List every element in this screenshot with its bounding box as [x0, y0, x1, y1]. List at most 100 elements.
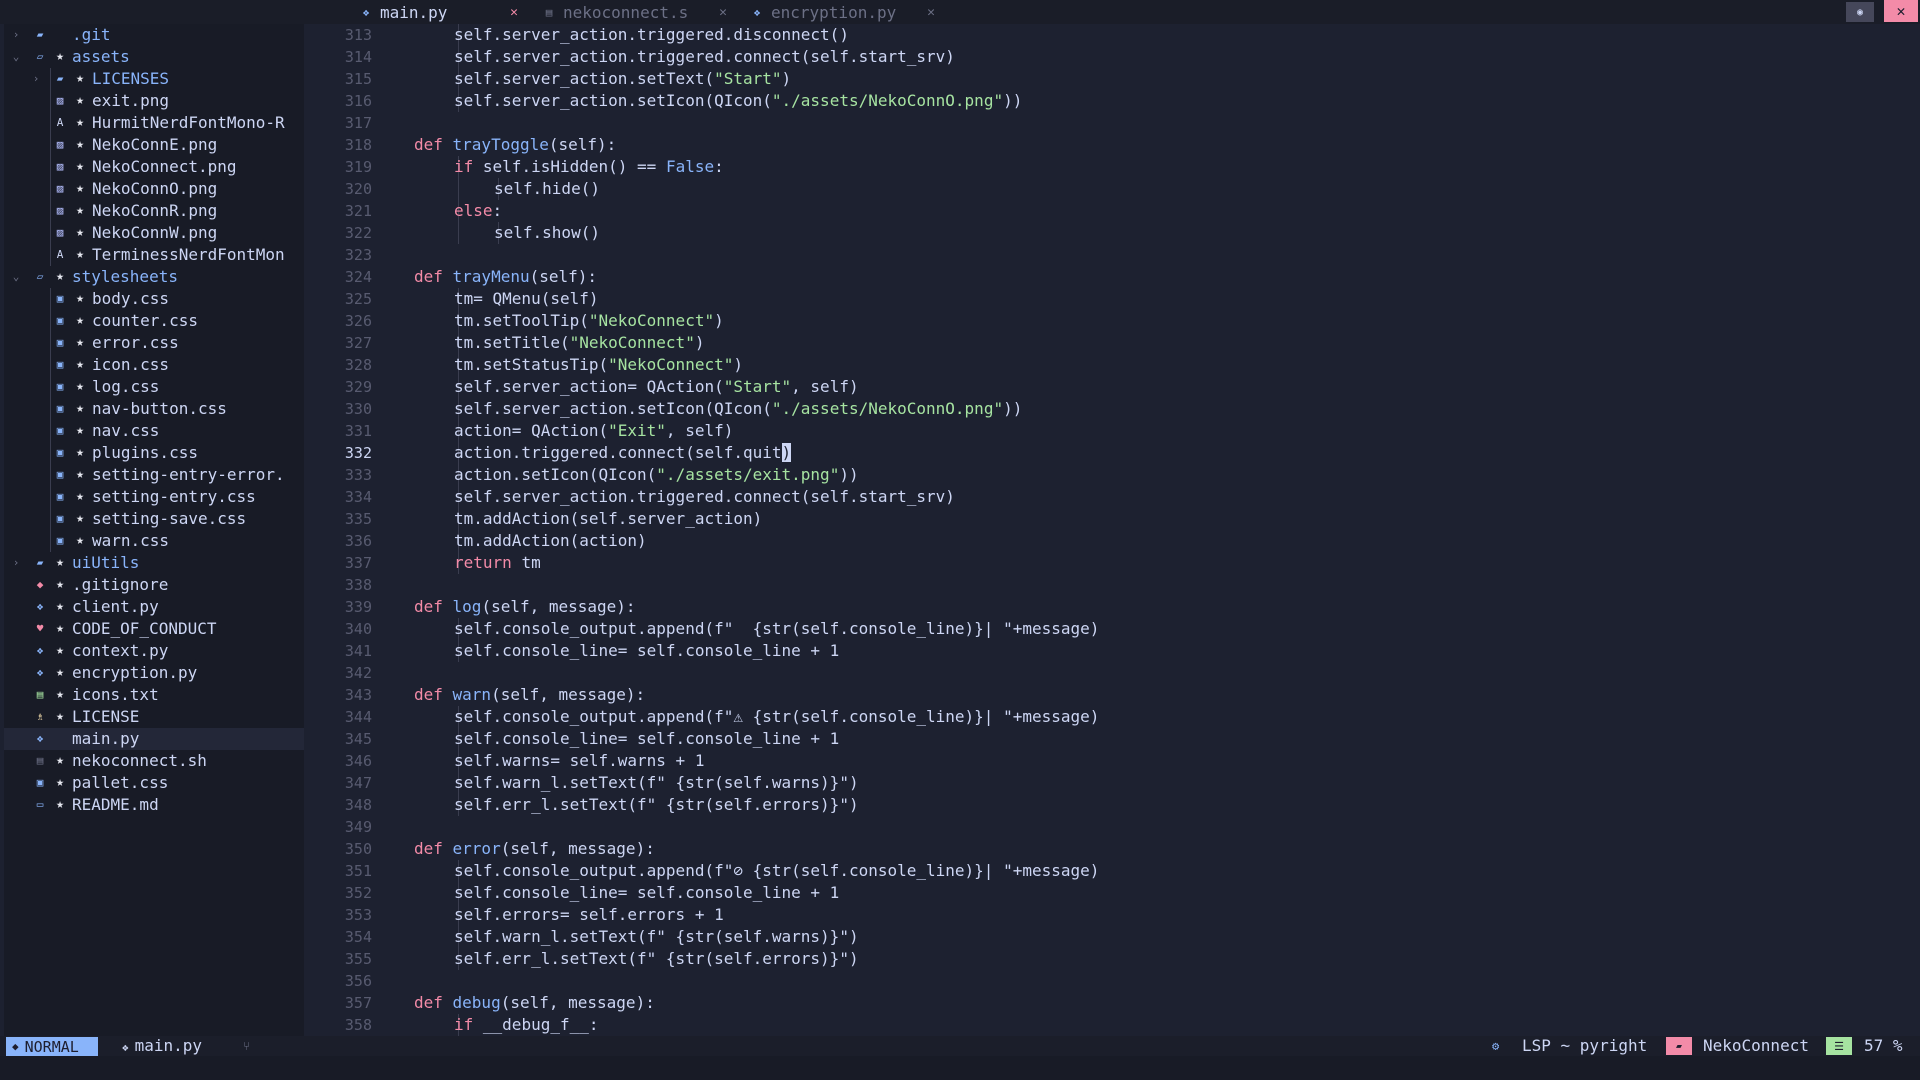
code-line[interactable]: self.err_l.setText(f" {str(self.errors)}… [454, 794, 859, 816]
tree-item[interactable]: ▤ ★ nekoconnect.sh [4, 750, 304, 772]
code-line[interactable]: tm.addAction(self.server_action) [454, 508, 762, 530]
tree-item[interactable]: ▣ ★ setting-save.css [4, 508, 304, 530]
tree-item[interactable]: A ★ HurmitNerdFontMono-R [4, 112, 304, 134]
chevron-right-icon[interactable]: › [10, 552, 22, 574]
tree-item[interactable]: ▨ ★ exit.png [4, 90, 304, 112]
indent-guide [50, 464, 51, 486]
code-line[interactable]: self.warn_l.setText(f" {str(self.warns)}… [454, 772, 859, 794]
tree-item[interactable]: ❖ ★ context.py [4, 640, 304, 662]
code-line[interactable]: self.console_output.append(f" {str(self.… [454, 618, 1099, 640]
line-number: 350 [344, 840, 372, 858]
tree-item[interactable]: ▣ ★ pallet.css [4, 772, 304, 794]
code-line[interactable]: self.server_action.triggered.connect(sel… [454, 486, 955, 508]
code-line[interactable]: tm.setTitle("NekoConnect") [454, 332, 704, 354]
tab-bar: ❖ main.py ✕ ▤ nekoconnect.s ✕ ❖ encrypti… [0, 0, 1920, 24]
tree-item[interactable]: ♗ ★ LICENSE [4, 706, 304, 728]
markdown-icon: ▭ [36, 798, 44, 811]
tree-item[interactable]: › ▰ .git [4, 24, 304, 46]
code-line[interactable]: self.warn_l.setText(f" {str(self.warns)}… [454, 926, 859, 948]
code-line[interactable]: self.console_line= self.console_line + 1 [454, 882, 839, 904]
tree-item[interactable]: ❖ ★ client.py [4, 596, 304, 618]
code-line[interactable]: else: [454, 200, 502, 222]
code-line[interactable]: tm.setToolTip("NekoConnect") [454, 310, 724, 332]
code-line[interactable]: action.triggered.connect(self.quit) [454, 442, 792, 464]
code-line[interactable]: def error(self, message): [414, 838, 655, 860]
tab-nekoconnect-sh[interactable]: ▤ nekoconnect.s ✕ [541, 0, 727, 24]
chevron-down-icon[interactable]: ⌄ [10, 46, 22, 68]
tree-item[interactable]: ▨ ★ NekoConnO.png [4, 178, 304, 200]
command-line[interactable] [0, 1056, 1920, 1080]
chevron-right-icon[interactable]: › [10, 24, 22, 46]
tree-item[interactable]: ⌄ ▱ ★ assets [4, 46, 304, 68]
code-line[interactable]: self.server_action.triggered.disconnect(… [454, 24, 849, 46]
code-line[interactable]: def debug(self, message): [414, 992, 655, 1014]
code-line[interactable]: tm.setStatusTip("NekoConnect") [454, 354, 743, 376]
code-line[interactable]: self.console_output.append(f"⚠ {str(self… [454, 706, 1099, 728]
code-line[interactable]: self.server_action= QAction("Start", sel… [454, 376, 859, 398]
tree-item[interactable]: ▣ ★ warn.css [4, 530, 304, 552]
tree-item[interactable]: ▨ ★ NekoConnW.png [4, 222, 304, 244]
code-line[interactable]: tm.addAction(action) [454, 530, 647, 552]
tree-item[interactable]: ▨ ★ NekoConnE.png [4, 134, 304, 156]
tree-item[interactable]: ◆ ★ .gitignore [4, 574, 304, 596]
tree-item[interactable]: ▣ ★ nav-button.css [4, 398, 304, 420]
code-line[interactable]: self.console_output.append(f"⊘ {str(self… [454, 860, 1099, 882]
code-line[interactable]: self.show() [494, 222, 600, 244]
tree-item[interactable]: ▣ ★ icon.css [4, 354, 304, 376]
close-icon[interactable]: ✕ [719, 5, 727, 20]
tree-item[interactable]: ▨ ★ NekoConnR.png [4, 200, 304, 222]
tree-item[interactable]: ❖ main.py [4, 728, 304, 750]
code-line[interactable]: self.server_action.setIcon(QIcon("./asse… [454, 90, 1022, 112]
code-line[interactable]: if __debug_f__: [454, 1014, 599, 1036]
tree-item[interactable]: ▤ ★ icons.txt [4, 684, 304, 706]
line-number: 322 [344, 224, 372, 242]
code-line[interactable]: tm= QMenu(self) [454, 288, 599, 310]
code-line[interactable]: def log(self, message): [414, 596, 636, 618]
code-line[interactable]: self.server_action.triggered.connect(sel… [454, 46, 955, 68]
tree-item[interactable]: ▣ ★ counter.css [4, 310, 304, 332]
code-line[interactable]: self.server_action.setText("Start") [454, 68, 791, 90]
tree-item[interactable]: ▣ ★ plugins.css [4, 442, 304, 464]
code-line[interactable]: def warn(self, message): [414, 684, 645, 706]
chevron-down-icon[interactable]: ⌄ [10, 266, 22, 288]
tree-item[interactable]: ⌄ ▱ ★ stylesheets [4, 266, 304, 288]
code-line[interactable]: action.setIcon(QIcon("./assets/exit.png"… [454, 464, 859, 486]
window-toggle-button[interactable]: ◉ [1846, 2, 1874, 22]
tree-item-label: setting-save.css [92, 509, 247, 528]
tab-encryption-py[interactable]: ❖ encryption.py ✕ [749, 0, 935, 24]
code-line[interactable]: self.console_line= self.console_line + 1 [454, 728, 839, 750]
close-icon[interactable]: ✕ [510, 5, 518, 20]
code-line[interactable]: self.hide() [494, 178, 600, 200]
tree-item[interactable]: › ▰ ★ uiUtils [4, 552, 304, 574]
tree-item[interactable]: ♥ ★ CODE_OF_CONDUCT [4, 618, 304, 640]
window-close-button[interactable]: ✕ [1884, 0, 1918, 22]
code-line[interactable]: self.warns= self.warns + 1 [454, 750, 704, 772]
tree-item-label: warn.css [92, 531, 170, 550]
code-line[interactable]: def trayToggle(self): [414, 134, 616, 156]
tree-item[interactable]: A ★ TerminessNerdFontMon [4, 244, 304, 266]
tree-item[interactable]: ▣ ★ log.css [4, 376, 304, 398]
code-line[interactable]: self.err_l.setText(f" {str(self.errors)}… [454, 948, 859, 970]
tree-item[interactable]: ❖ ★ encryption.py [4, 662, 304, 684]
tree-item[interactable]: ▣ ★ error.css [4, 332, 304, 354]
tree-item[interactable]: ▭ ★ README.md [4, 794, 304, 816]
tree-item[interactable]: ▨ ★ NekoConnect.png [4, 156, 304, 178]
code-line[interactable]: self.server_action.setIcon(QIcon("./asse… [454, 398, 1022, 420]
tree-item[interactable]: ▣ ★ body.css [4, 288, 304, 310]
code-line[interactable]: if self.isHidden() == False: [454, 156, 724, 178]
chevron-right-icon[interactable]: › [30, 68, 42, 90]
tree-item[interactable]: ▣ ★ setting-entry-error. [4, 464, 304, 486]
close-icon[interactable]: ✕ [927, 5, 935, 20]
tree-item[interactable]: ▣ ★ nav.css [4, 420, 304, 442]
tab-main-py[interactable]: ❖ main.py ✕ [358, 0, 518, 24]
line-number: 326 [344, 312, 372, 330]
line-number: 318 [344, 136, 372, 154]
code-line[interactable]: self.errors= self.errors + 1 [454, 904, 724, 926]
tree-item[interactable]: › ▰ ★ LICENSES [4, 68, 304, 90]
code-line[interactable]: return tm [454, 552, 541, 574]
code-line[interactable]: self.console_line= self.console_line + 1 [454, 640, 839, 662]
tree-item[interactable]: ▣ ★ setting-entry.css [4, 486, 304, 508]
code-line[interactable]: action= QAction("Exit", self) [454, 420, 733, 442]
code-line[interactable]: def trayMenu(self): [414, 266, 597, 288]
code-editor[interactable]: self.server_action.triggered.disconnect(… [414, 24, 1894, 1036]
